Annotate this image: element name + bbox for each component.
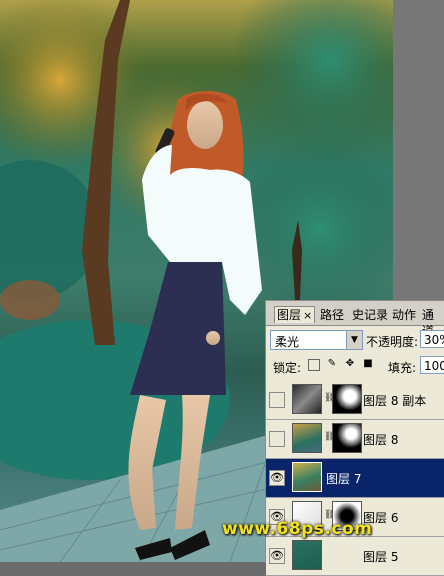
lock-label: 锁定:: [273, 361, 302, 375]
layer-row[interactable]: ⛓ 图层 8: [266, 420, 444, 459]
layer-mask-thumbnail: [332, 384, 362, 414]
watermark: www.68ps.com: [222, 519, 373, 539]
tab-layers[interactable]: 图层 ×: [274, 306, 316, 323]
tab-close-icon[interactable]: ×: [303, 309, 312, 322]
opacity-label: 不透明度:: [366, 335, 419, 349]
tab-channels[interactable]: 通道: [420, 307, 444, 338]
tab-paths[interactable]: 路径: [318, 307, 346, 323]
lock-position-icon[interactable]: ✥: [344, 359, 356, 371]
layer-name: 图层 8: [363, 433, 399, 447]
panel-tabs: 图层× 路径 史记录 动作 通道: [266, 301, 444, 338]
lock-all-icon[interactable]: ■: [362, 359, 374, 371]
layer-mask-thumbnail: [332, 423, 362, 453]
layer-name: 图层 7: [326, 472, 362, 486]
fill-field[interactable]: 100%: [420, 356, 444, 374]
layer-row[interactable]: ⛓ 图层 8 副本: [266, 381, 444, 420]
tab-actions[interactable]: 动作: [390, 307, 418, 323]
blend-mode-value: 柔光: [275, 335, 300, 349]
tab-layers-label: 图层: [277, 308, 302, 322]
layer-thumbnail: [292, 540, 322, 570]
layer-thumbnail: [292, 423, 322, 453]
layer-name: 图层 5: [363, 550, 399, 564]
chevron-down-icon[interactable]: ▼: [346, 331, 362, 349]
blend-mode-select[interactable]: 柔光 ▼: [270, 330, 363, 350]
foliage-cool-right: [230, 0, 393, 160]
layer-row-selected[interactable]: 👁 图层 7: [266, 459, 444, 498]
dry-bush: [0, 280, 60, 320]
visibility-toggle[interactable]: [269, 392, 285, 408]
layer-thumbnail: [292, 384, 322, 414]
lock-pixels-icon[interactable]: ✎: [326, 359, 338, 371]
tab-history[interactable]: 史记录: [350, 307, 390, 323]
opacity-field[interactable]: 30%: [420, 330, 444, 348]
layer-thumbnail: [292, 462, 322, 492]
lock-transparency-icon[interactable]: [308, 359, 320, 371]
workspace-background: [393, 0, 444, 300]
visibility-toggle[interactable]: [269, 431, 285, 447]
fill-label: 填充:: [388, 361, 417, 375]
eye-icon[interactable]: 👁: [269, 470, 285, 486]
layer-row[interactable]: 👁 图层 5: [266, 537, 444, 576]
layer-name: 图层 8 副本: [363, 394, 427, 408]
